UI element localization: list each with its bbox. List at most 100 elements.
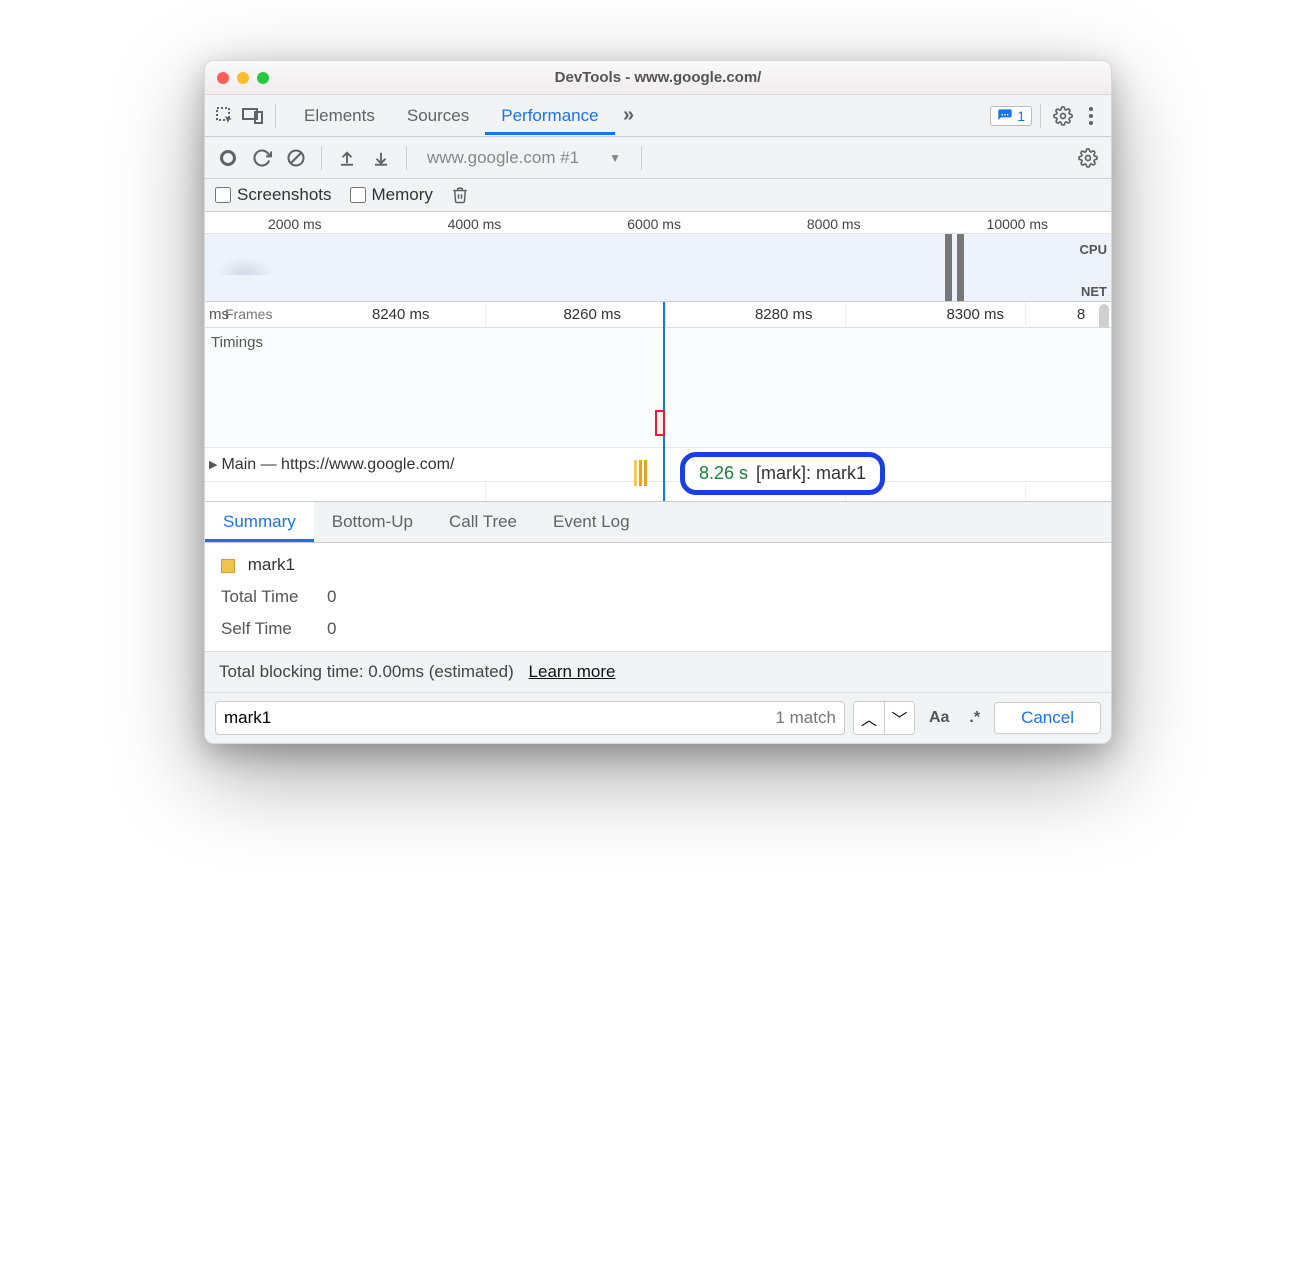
self-time-value: 0: [327, 619, 336, 639]
tooltip-time: 8.26 s: [699, 463, 748, 484]
blocking-time-bar: Total blocking time: 0.00ms (estimated) …: [205, 651, 1111, 692]
overview-handle-right[interactable]: [957, 234, 964, 301]
frames-label: Frames: [225, 306, 272, 322]
tick: 8000 ms: [807, 216, 861, 233]
cancel-button[interactable]: Cancel: [994, 702, 1101, 734]
tick: 8240 ms: [305, 306, 497, 323]
self-time-key: Self Time: [221, 619, 311, 639]
overview-timeline[interactable]: 2000 ms 4000 ms 6000 ms 8000 ms 10000 ms…: [205, 212, 1111, 302]
mark-tooltip: 8.26 s [mark]: mark1: [680, 452, 885, 495]
total-time-key: Total Time: [221, 587, 311, 607]
tab-bottom-up[interactable]: Bottom-Up: [314, 502, 431, 542]
download-profile-icon[interactable]: [366, 143, 396, 173]
match-case-toggle[interactable]: Aa: [923, 709, 955, 727]
tab-summary[interactable]: Summary: [205, 502, 314, 542]
capture-settings-icon[interactable]: [1073, 143, 1103, 173]
search-input[interactable]: [224, 708, 767, 728]
timings-label: Timings: [205, 328, 295, 355]
timing-marker[interactable]: [655, 410, 665, 436]
kebab-menu-icon[interactable]: [1077, 102, 1105, 130]
performance-toolbar: www.google.com #1 ▼: [205, 137, 1111, 179]
main-tabstrip: Elements Sources Performance » 1: [205, 95, 1111, 137]
issues-button[interactable]: 1: [990, 106, 1032, 126]
task-bars: [634, 460, 647, 486]
details-tabstrip: Summary Bottom-Up Call Tree Event Log: [205, 502, 1111, 543]
reload-record-button[interactable]: [247, 143, 277, 173]
divider: [1040, 104, 1041, 128]
tab-event-log[interactable]: Event Log: [535, 502, 648, 542]
divider: [321, 146, 322, 170]
prev-match-button[interactable]: ︿: [854, 702, 884, 734]
search-match-count: 1 match: [775, 708, 835, 728]
total-time-row: Total Time 0: [221, 587, 1095, 607]
main-track[interactable]: ▶ Main — https://www.google.com/: [205, 448, 1111, 482]
tick: 8280 ms: [688, 306, 880, 323]
tab-performance[interactable]: Performance: [485, 96, 614, 135]
memory-input[interactable]: [350, 187, 366, 203]
net-label: NET: [1081, 284, 1107, 299]
recording-select-label: www.google.com #1: [427, 148, 579, 168]
overview-handle-left[interactable]: [945, 234, 952, 301]
window-title: DevTools - www.google.com/: [205, 69, 1111, 86]
total-time-value: 0: [327, 587, 336, 607]
tick: 8: [1071, 306, 1091, 323]
tab-call-tree[interactable]: Call Tree: [431, 502, 535, 542]
chevron-down-icon: ▼: [609, 151, 621, 165]
capture-options-row: Screenshots Memory: [205, 179, 1111, 212]
search-box: 1 match: [215, 701, 845, 735]
main-track-label: Main — https://www.google.com/: [221, 456, 454, 474]
zoom-icon[interactable]: [257, 72, 269, 84]
search-nav: ︿ ﹀: [853, 701, 915, 735]
regex-toggle[interactable]: .*: [963, 709, 986, 727]
titlebar: DevTools - www.google.com/: [205, 61, 1111, 95]
marker-row: mark1: [221, 555, 1095, 575]
close-icon[interactable]: [217, 72, 229, 84]
issues-count: 1: [1017, 108, 1025, 124]
devtools-window: DevTools - www.google.com/ Elements Sour…: [204, 60, 1112, 744]
cpu-label: CPU: [1080, 242, 1107, 257]
recording-select[interactable]: www.google.com #1 ▼: [417, 148, 631, 168]
tick: 8300 ms: [880, 306, 1072, 323]
clear-button[interactable]: [281, 143, 311, 173]
settings-icon[interactable]: [1049, 102, 1077, 130]
tab-sources[interactable]: Sources: [391, 96, 485, 135]
record-button[interactable]: [213, 143, 243, 173]
screenshots-checkbox[interactable]: Screenshots: [215, 185, 332, 205]
memory-label: Memory: [372, 185, 433, 205]
tick: 10000 ms: [987, 216, 1048, 233]
overview-ruler: 2000 ms 4000 ms 6000 ms 8000 ms 10000 ms: [205, 212, 1111, 234]
tick: 6000 ms: [627, 216, 681, 233]
expand-triangle-icon[interactable]: ▶: [209, 458, 217, 471]
cpu-graph: [215, 257, 275, 275]
learn-more-link[interactable]: Learn more: [529, 662, 616, 681]
traffic-lights: [217, 72, 269, 84]
tab-elements[interactable]: Elements: [288, 96, 391, 135]
self-time-row: Self Time 0: [221, 619, 1095, 639]
minimize-icon[interactable]: [237, 72, 249, 84]
next-match-button[interactable]: ﹀: [884, 702, 914, 734]
more-tabs-icon[interactable]: »: [615, 102, 643, 130]
divider: [275, 104, 276, 128]
time-cursor[interactable]: [663, 302, 665, 501]
marker-name: mark1: [248, 555, 295, 574]
memory-checkbox[interactable]: Memory: [350, 185, 433, 205]
tick: 8260 ms: [497, 306, 689, 323]
collect-garbage-icon[interactable]: [451, 185, 469, 205]
screenshots-input[interactable]: [215, 187, 231, 203]
inspect-element-icon[interactable]: [211, 102, 239, 130]
ms-label: ms: [209, 306, 229, 323]
divider: [406, 146, 407, 170]
summary-pane: mark1 Total Time 0 Self Time 0: [205, 543, 1111, 651]
divider: [641, 146, 642, 170]
search-bar: 1 match ︿ ﹀ Aa .* Cancel: [205, 692, 1111, 743]
upload-profile-icon[interactable]: [332, 143, 362, 173]
device-toggle-icon[interactable]: [239, 102, 267, 130]
flamechart-area[interactable]: Frames 8240 ms 8260 ms 8280 ms 8300 ms 8…: [205, 302, 1111, 502]
tooltip-text: [mark]: mark1: [756, 463, 866, 484]
marker-color-swatch: [221, 559, 235, 573]
tick: 4000 ms: [448, 216, 502, 233]
blocking-text: Total blocking time: 0.00ms (estimated): [219, 662, 514, 681]
tick: 2000 ms: [268, 216, 322, 233]
detail-ruler: Frames 8240 ms 8260 ms 8280 ms 8300 ms 8: [205, 302, 1111, 328]
screenshots-label: Screenshots: [237, 185, 332, 205]
